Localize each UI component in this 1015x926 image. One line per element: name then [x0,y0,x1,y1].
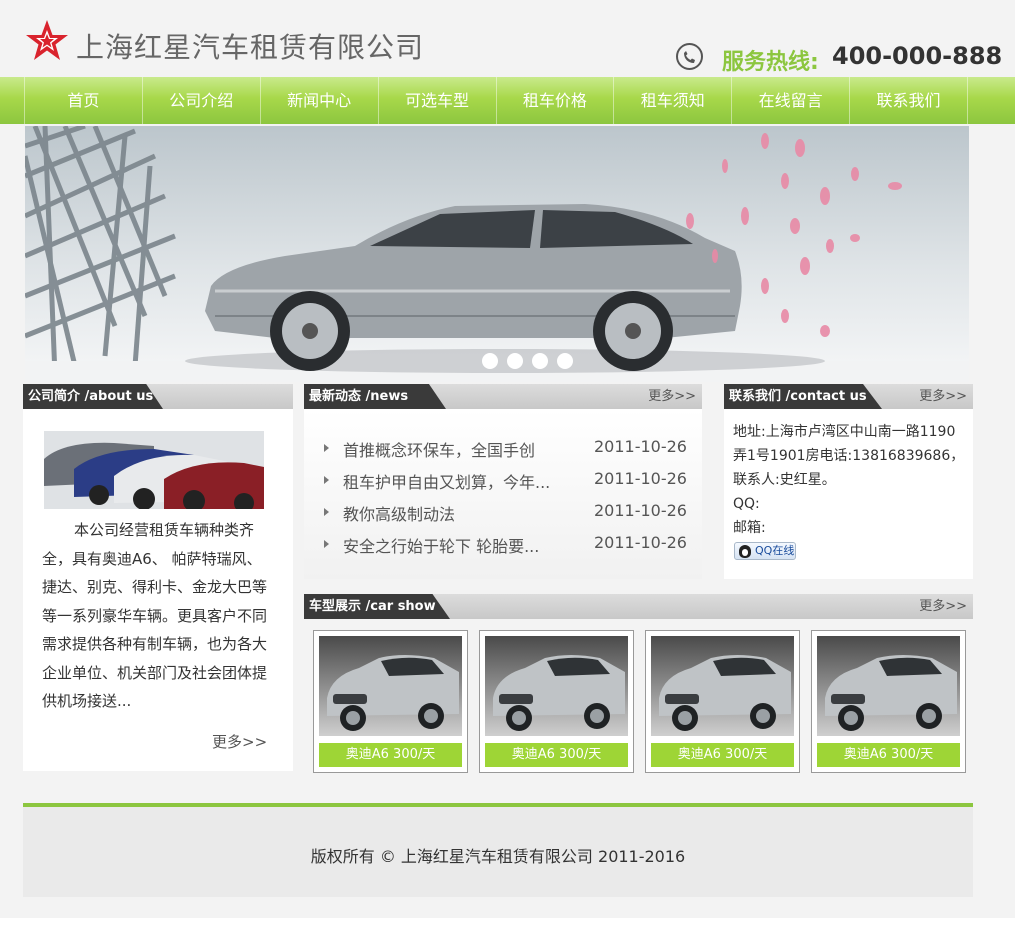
nav-item-contact[interactable]: 联系我们 [849,77,968,124]
car-card[interactable]: 奥迪A6 300/天 [811,630,966,773]
about-title: 公司简介 /about us [23,384,163,409]
carshow-more-link[interactable]: 更多>> [919,594,967,619]
nav-item-notice[interactable]: 租车须知 [613,77,731,124]
contact-qq: QQ: [733,496,760,512]
slider-dot-3[interactable] [532,353,548,369]
contact-header: 联系我们 /contact us 更多>> [724,384,973,409]
qq-button-label: QQ在线 [755,544,795,557]
phone-icon [676,43,703,70]
contact-email: 邮箱: [733,520,766,536]
contact-address: 地址:上海市卢湾区中山南一路1190弄1号1901房电话:13816839686… [733,424,965,488]
nav-item-prices[interactable]: 租车价格 [495,77,614,124]
list-item: 安全之行始于轮下 轮胎要... 2011-10-26 [304,528,702,560]
news-date: 2011-10-26 [594,437,687,456]
qq-online-button[interactable]: QQ在线 [734,542,796,560]
nav-item-models[interactable]: 可选车型 [377,77,496,124]
news-title-link[interactable]: 教你高级制动法 [343,501,553,525]
slider-dot-2[interactable] [507,353,523,369]
about-more-link[interactable]: 更多>> [212,731,267,752]
contact-info: 地址:上海市卢湾区中山南一路1190弄1号1901房电话:13816839686… [733,420,965,540]
news-date: 2011-10-26 [594,501,687,520]
slider-dots [482,353,573,369]
bullet-arrow-icon [324,508,329,516]
contact-title: 联系我们 /contact us [724,384,882,409]
news-more-link[interactable]: 更多>> [648,384,696,409]
red-star-icon[interactable] [24,18,70,64]
news-title: 最新动态 /news [304,384,446,409]
hero-banner[interactable] [25,126,969,382]
news-list: 首推概念环保车，全国手创 2011-10-26 租车护甲自由又划算，今年... … [304,432,702,560]
footer: 版权所有 © 上海红星汽车租赁有限公司 2011-2016 [23,807,973,897]
car-price-label[interactable]: 奥迪A6 300/天 [817,743,960,767]
car-photo [485,636,628,736]
hotline-label: 服务热线: [722,50,819,75]
carshow-title: 车型展示 /car show [304,594,450,619]
about-image [44,431,264,509]
about-text: 本公司经营租赁车辆种类齐全，具有奥迪A6、 帕萨特瑞风、捷达、别克、得利卡、金龙… [42,521,268,710]
carshow-header: 车型展示 /car show 更多>> [304,594,973,619]
slider-dot-1[interactable] [482,353,498,369]
car-card[interactable]: 奥迪A6 300/天 [313,630,468,773]
list-item: 租车护甲自由又划算，今年... 2011-10-26 [304,464,702,496]
news-title-link[interactable]: 安全之行始于轮下 轮胎要... [343,533,553,557]
car-card[interactable]: 奥迪A6 300/天 [479,630,634,773]
banner-car-image [25,126,969,382]
car-photo [319,636,462,736]
car-price-label[interactable]: 奥迪A6 300/天 [651,743,794,767]
car-card[interactable]: 奥迪A6 300/天 [645,630,800,773]
car-photo [651,636,794,736]
contact-more-link[interactable]: 更多>> [919,384,967,409]
nav-item-news[interactable]: 新闻中心 [259,77,378,124]
bottom-strip [0,918,1015,926]
news-date: 2011-10-26 [594,469,687,488]
bullet-arrow-icon [324,476,329,484]
qq-penguin-icon [739,545,751,558]
news-date: 2011-10-26 [594,533,687,552]
main-nav: 首页 公司介绍 新闻中心 可选车型 租车价格 租车须知 在线留言 联系我们 [0,77,1015,124]
news-title-link[interactable]: 首推概念环保车，全国手创 [343,437,553,461]
nav-item-message[interactable]: 在线留言 [731,77,849,124]
list-item: 教你高级制动法 2011-10-26 [304,496,702,528]
slider-dot-4[interactable] [557,353,573,369]
nav-item-about[interactable]: 公司介绍 [141,77,260,124]
company-name: 上海红星汽车租赁有限公司 [76,31,425,64]
about-header: 公司简介 /about us [23,384,293,409]
news-header: 最新动态 /news 更多>> [304,384,702,409]
list-item: 首推概念环保车，全国手创 2011-10-26 [304,432,702,464]
car-price-label[interactable]: 奥迪A6 300/天 [319,743,462,767]
copyright-text: 版权所有 © 上海红星汽车租赁有限公司 2011-2016 [310,847,686,866]
car-price-label[interactable]: 奥迪A6 300/天 [485,743,628,767]
car-photo [817,636,960,736]
nav-item-home[interactable]: 首页 [24,77,142,124]
news-title-link[interactable]: 租车护甲自由又划算，今年... [343,469,553,493]
bullet-arrow-icon [324,444,329,452]
bullet-arrow-icon [324,540,329,548]
hotline-number: 400-000-888 [832,42,1003,70]
